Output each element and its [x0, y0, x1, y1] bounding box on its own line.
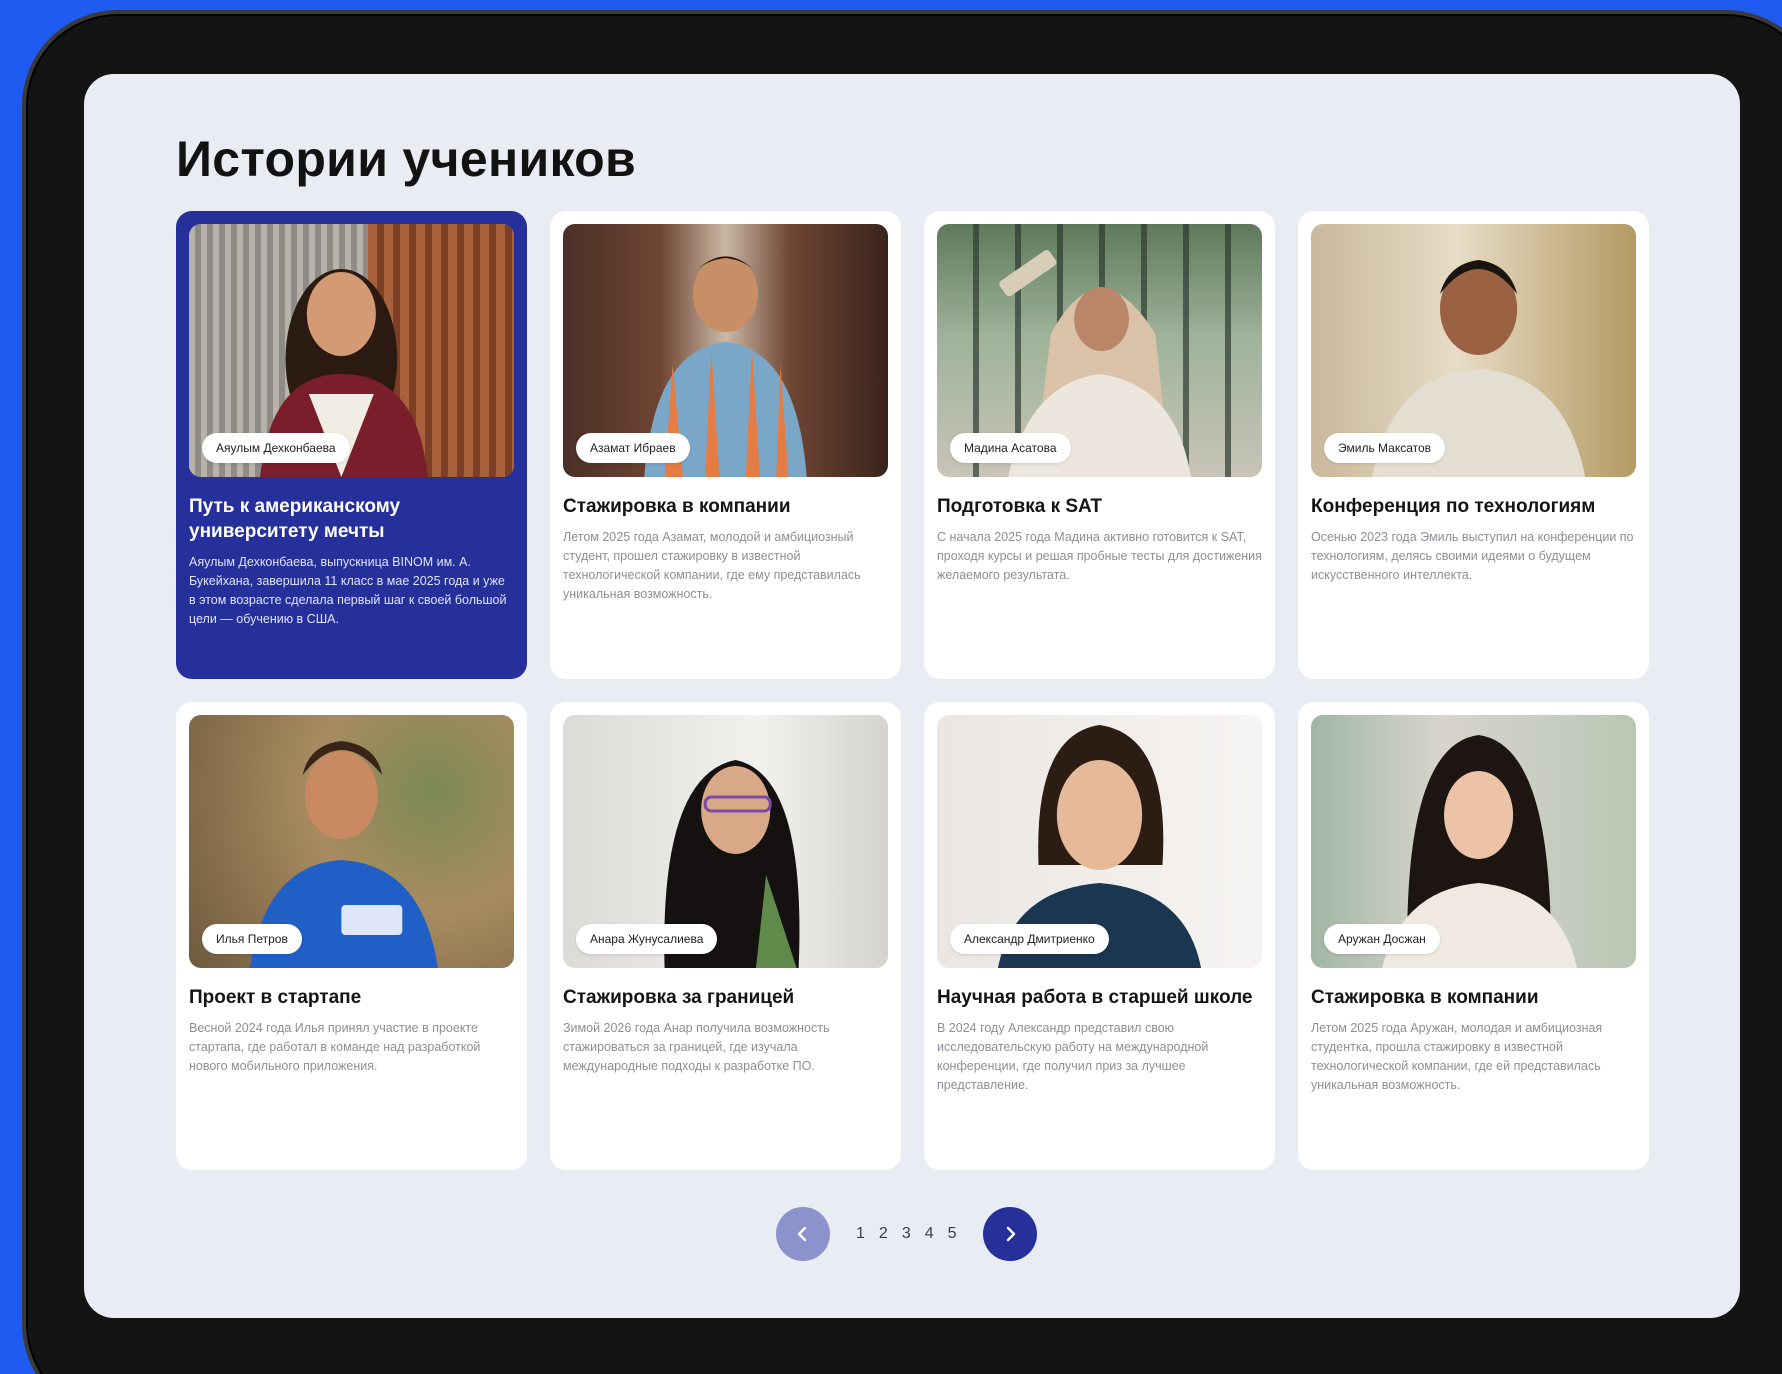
story-text: Летом 2025 года Аружан, молодая и амбици…: [1311, 1021, 1603, 1092]
story-title: Научная работа в старшей школе: [937, 987, 1253, 1008]
story-card[interactable]: Мадина Асатова Подготовка к SAT С начала…: [924, 211, 1275, 679]
story-title: Проект в стартапе: [189, 987, 362, 1008]
pagination-next-button[interactable]: [982, 1207, 1037, 1261]
story-card[interactable]: Аружан Досжан Стажировка в компании Лето…: [1298, 702, 1649, 1170]
story-title: Конференция по технологиям: [1311, 496, 1596, 517]
student-photo: Аружан Досжан: [1311, 715, 1636, 968]
student-photo: Александр Дмитриенко: [937, 715, 1262, 968]
student-photo: Азамат Ибраев: [563, 224, 888, 477]
story-text: Летом 2025 года Азамат, молодой и амбици…: [563, 530, 861, 601]
story-title: Стажировка в компании: [563, 496, 791, 517]
story-title: Стажировка за границей: [563, 987, 795, 1008]
pagination-page-2[interactable]: 2: [879, 1225, 888, 1243]
student-name-chip: Александр Дмитриенко: [950, 924, 1109, 954]
story-card[interactable]: Азамат Ибраев Стажировка в компании Лето…: [550, 211, 901, 679]
story-text: Осенью 2023 года Эмиль выступил на конфе…: [1311, 530, 1634, 582]
stories-grid: Аяулым Дехконбаева Путь к американскому …: [176, 211, 1650, 1170]
pagination-prev-button[interactable]: [776, 1207, 830, 1261]
chevron-left-icon: [797, 1226, 807, 1242]
student-name-chip: Илья Петров: [202, 924, 302, 954]
story-card[interactable]: Аяулым Дехконбаева Путь к американскому …: [176, 211, 527, 679]
story-title: Стажировка в компании: [1311, 987, 1539, 1008]
story-card[interactable]: Александр Дмитриенко Научная работа в ст…: [924, 702, 1275, 1170]
story-title: Подготовка к SAT: [937, 496, 1102, 517]
student-photo: Анара Жунусалиева: [563, 715, 888, 968]
student-name-chip: Азамат Ибраев: [576, 433, 690, 463]
story-text: С начала 2025 года Мадина активно готови…: [937, 530, 1262, 582]
pagination-page-4[interactable]: 4: [925, 1225, 934, 1243]
story-text: Зимой 2026 года Анар получила возможност…: [563, 1021, 830, 1073]
pagination-page-1[interactable]: 1: [856, 1225, 865, 1243]
pagination-page-5[interactable]: 5: [948, 1225, 957, 1243]
student-photo: Эмиль Максатов: [1311, 224, 1636, 477]
student-photo: Мадина Асатова: [937, 224, 1262, 477]
story-title: Путь к американскому университету мечты: [189, 496, 401, 542]
page-title: Истории учеников: [176, 131, 637, 187]
pagination: 1 2 3 4 5: [776, 1206, 1037, 1262]
student-name-chip: Мадина Асатова: [950, 433, 1071, 463]
pagination-page-3[interactable]: 3: [902, 1225, 911, 1243]
story-text: Аяулым Дехконбаева, выпускница BINOM им.…: [189, 555, 507, 626]
student-photo: Илья Петров: [189, 715, 514, 968]
story-text: Весной 2024 года Илья принял участие в п…: [189, 1021, 481, 1073]
chevron-right-icon: [1006, 1226, 1015, 1242]
pagination-pages: 1 2 3 4 5: [856, 1225, 957, 1243]
story-text: В 2024 году Александр представил свою ис…: [937, 1021, 1209, 1092]
story-card[interactable]: Илья Петров Проект в стартапе Весной 202…: [176, 702, 527, 1170]
page-screen: Истории учеников Аяулым Дехконбаева Путь…: [84, 74, 1740, 1318]
student-photo: Аяулым Дехконбаева: [189, 224, 514, 477]
student-name-chip: Аружан Досжан: [1324, 924, 1440, 954]
student-name-chip: Эмиль Максатов: [1324, 433, 1446, 463]
story-card[interactable]: Эмиль Максатов Конференция по технология…: [1298, 211, 1649, 679]
student-name-chip: Аяулым Дехконбаева: [202, 433, 350, 463]
story-card[interactable]: Анара Жунусалиева Стажировка за границей…: [550, 702, 901, 1170]
student-name-chip: Анара Жунусалиева: [576, 924, 718, 954]
